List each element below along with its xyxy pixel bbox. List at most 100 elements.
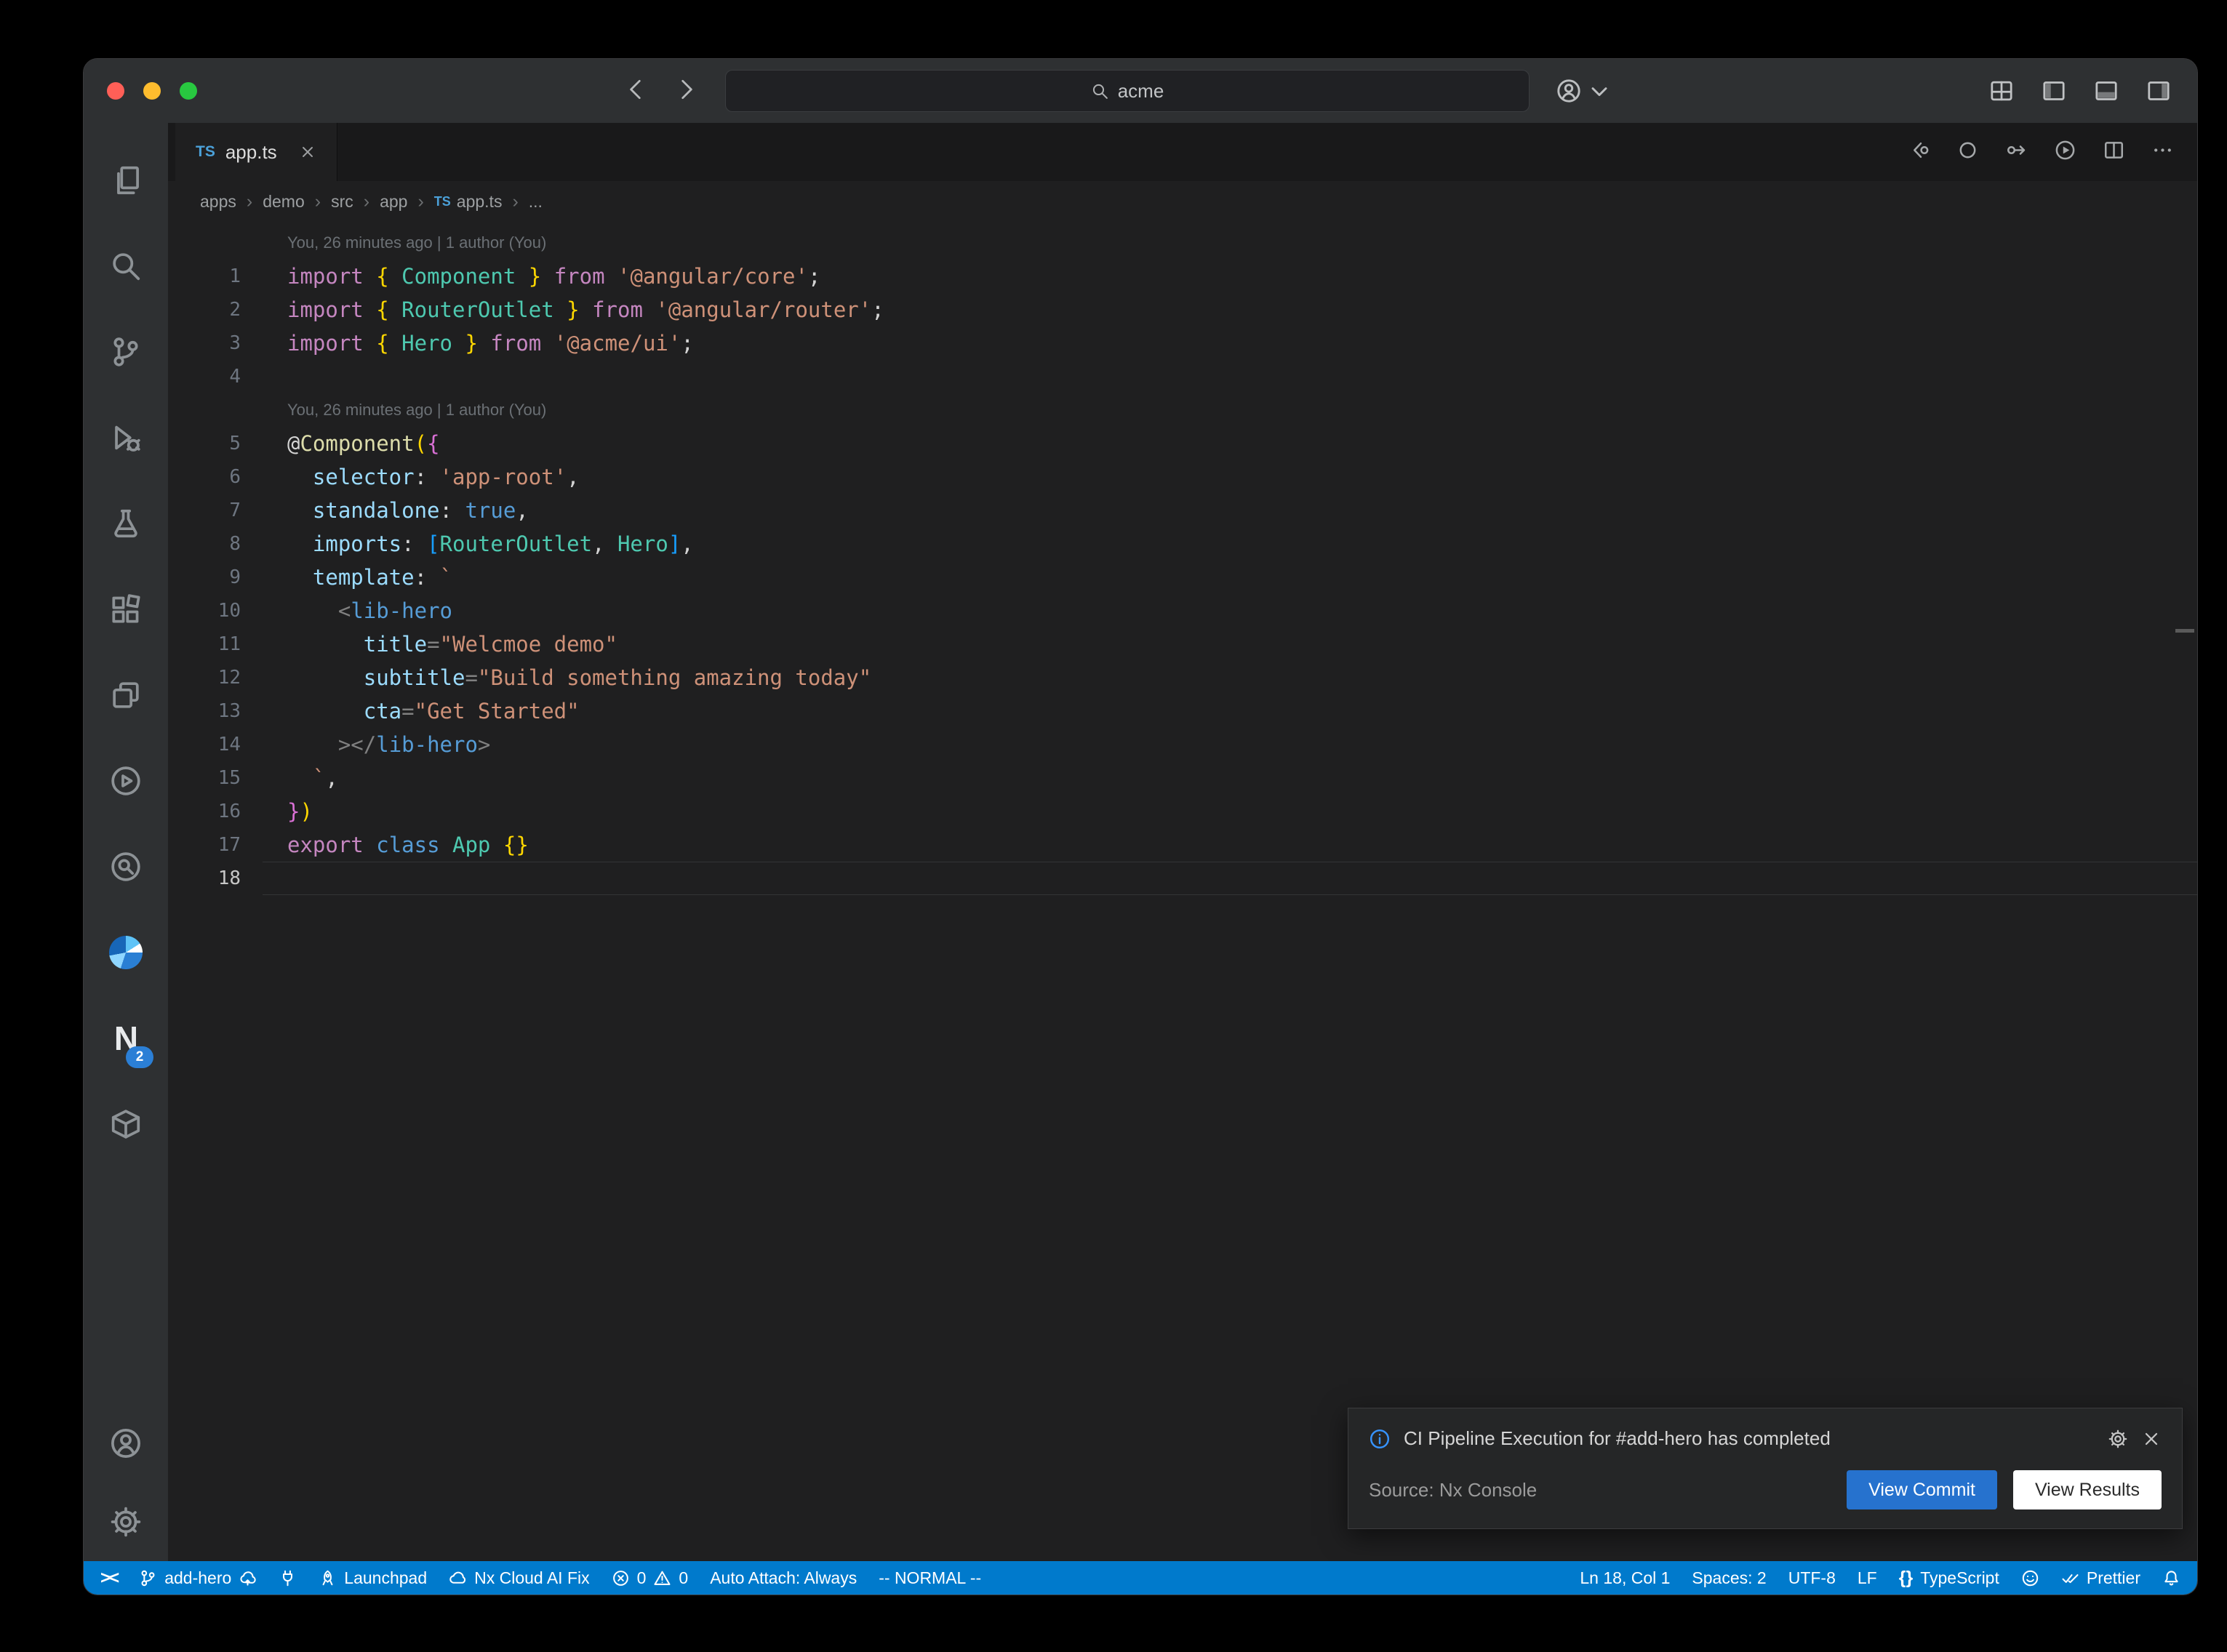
navigate-forward-button[interactable] xyxy=(674,77,699,105)
sidebar-item-explorer[interactable] xyxy=(84,137,168,223)
status-problems[interactable]: 00 xyxy=(601,1561,700,1595)
open-changes-button[interactable] xyxy=(1908,139,1930,165)
sidebar-item-source-control[interactable] xyxy=(84,309,168,395)
command-center[interactable]: acme xyxy=(725,70,1530,112)
code-line[interactable]: 8 imports: [RouterOutlet, Hero], xyxy=(168,527,2197,561)
breadcrumb-item-app[interactable]: app xyxy=(380,192,407,212)
status-encoding[interactable]: UTF-8 xyxy=(1778,1561,1847,1595)
minimize-window-button[interactable] xyxy=(143,82,161,100)
line-number[interactable]: 18 xyxy=(168,862,241,895)
more-actions-button[interactable] xyxy=(2151,139,2174,165)
line-number[interactable]: 4 xyxy=(168,360,241,393)
sidebar-item-search[interactable] xyxy=(84,223,168,309)
sidebar-item-extensions[interactable] xyxy=(84,566,168,652)
sidebar-item-nx-console[interactable]: N2 xyxy=(84,995,168,1081)
notification-header: CI Pipeline Execution for #add-hero has … xyxy=(1369,1427,2162,1450)
line-number[interactable]: 17 xyxy=(168,828,241,862)
sidebar-item-settings[interactable] xyxy=(84,1483,168,1561)
code-line[interactable]: 16}) xyxy=(168,795,2197,828)
line-number[interactable]: 5 xyxy=(168,427,241,460)
status-label: add-hero xyxy=(164,1568,231,1588)
line-number[interactable]: 14 xyxy=(168,728,241,761)
line-number[interactable]: 8 xyxy=(168,527,241,561)
status-vim-mode[interactable]: -- NORMAL -- xyxy=(868,1561,992,1595)
code-line[interactable]: 18 xyxy=(168,862,2197,895)
status-indentation[interactable]: Spaces: 2 xyxy=(1681,1561,1777,1595)
notification-settings-button gear-icon[interactable] xyxy=(2108,1429,2128,1449)
line-number[interactable]: 6 xyxy=(168,460,241,494)
panel-right-icon xyxy=(2146,79,2171,103)
code-line[interactable]: 3import { Hero } from '@acme/ui'; xyxy=(168,326,2197,360)
status-launchpad[interactable]: Launchpad xyxy=(308,1561,438,1595)
toggle-secondary-sidebar-button[interactable] xyxy=(2146,79,2171,103)
code-line[interactable]: 4 xyxy=(168,360,2197,393)
status-notifications[interactable] xyxy=(2151,1561,2191,1595)
code-line[interactable]: 5@Component({ xyxy=(168,427,2197,460)
sidebar-item-accounts[interactable] xyxy=(84,1404,168,1483)
line-number[interactable]: 3 xyxy=(168,326,241,360)
code-line[interactable]: 10 <lib-hero xyxy=(168,594,2197,627)
line-number[interactable]: 12 xyxy=(168,661,241,694)
line-number[interactable]: 11 xyxy=(168,627,241,661)
code-line[interactable]: 11 title="Welcmoe demo" xyxy=(168,627,2197,661)
code-line[interactable]: 13 cta="Get Started" xyxy=(168,694,2197,728)
customize-layout-button[interactable] xyxy=(1989,79,2014,103)
navigate-back-button[interactable] xyxy=(623,77,648,105)
code-editor[interactable]: You, 26 minutes ago | 1 author (You)1imp… xyxy=(168,222,2197,1561)
toggle-blame-button[interactable] xyxy=(1956,139,1979,165)
status-remote-indicator[interactable]: >< xyxy=(89,1561,128,1595)
breadcrumb-item--[interactable]: ... xyxy=(529,192,543,212)
code-line[interactable]: 14 ></lib-hero> xyxy=(168,728,2197,761)
run-file-button[interactable] xyxy=(2054,139,2076,165)
code-line[interactable]: 15 `, xyxy=(168,761,2197,795)
sidebar-item-live-preview[interactable] xyxy=(84,738,168,824)
line-number[interactable]: 1 xyxy=(168,260,241,293)
code-line[interactable]: 17export class App {} xyxy=(168,828,2197,862)
line-number[interactable]: 7 xyxy=(168,494,241,527)
breadcrumb-item-apps[interactable]: apps xyxy=(200,192,236,212)
profile-button[interactable] xyxy=(1556,78,1612,104)
sidebar-item-azure[interactable] xyxy=(84,910,168,995)
breadcrumb-item-app-ts[interactable]: TSapp.ts xyxy=(434,192,503,212)
view-commit-button[interactable]: View Commit xyxy=(1847,1470,1997,1509)
line-number[interactable]: 10 xyxy=(168,594,241,627)
tab-close-button[interactable] xyxy=(299,143,316,161)
code-line[interactable]: 1import { Component } from '@angular/cor… xyxy=(168,260,2197,293)
sidebar-item-testing[interactable] xyxy=(84,481,168,566)
split-editor-button[interactable] xyxy=(2103,139,2125,165)
tab-app-ts[interactable]: TS app.ts xyxy=(175,123,337,181)
code-line[interactable]: 12 subtitle="Build something amazing tod… xyxy=(168,661,2197,694)
sidebar-item-code-search[interactable] xyxy=(84,824,168,910)
status-language-mode[interactable]: {}TypeScript xyxy=(1888,1561,2010,1595)
line-number[interactable]: 13 xyxy=(168,694,241,728)
code-line[interactable]: 7 standalone: true, xyxy=(168,494,2197,527)
status-auto-attach[interactable]: Auto Attach: Always xyxy=(699,1561,868,1595)
line-number[interactable]: 2 xyxy=(168,293,241,326)
status-debug-attach[interactable] xyxy=(268,1561,308,1595)
status-git-branch[interactable]: add-hero xyxy=(128,1561,268,1595)
code-line[interactable]: 2import { RouterOutlet } from '@angular/… xyxy=(168,293,2197,326)
sidebar-item-containers[interactable] xyxy=(84,1081,168,1167)
sidebar-item-remote-explorer[interactable] xyxy=(84,652,168,738)
status-cursor-position[interactable]: Ln 18, Col 1 xyxy=(1569,1561,1681,1595)
profile-icon xyxy=(1556,78,1582,104)
notification-close-button close-icon[interactable] xyxy=(2141,1429,2162,1449)
toggle-panel-button[interactable] xyxy=(2094,79,2119,103)
line-number[interactable]: 9 xyxy=(168,561,241,594)
status-nx-cloud-ai-fix[interactable]: Nx Cloud AI Fix xyxy=(438,1561,601,1595)
code-line[interactable]: 6 selector: 'app-root', xyxy=(168,460,2197,494)
breadcrumb-item-src[interactable]: src xyxy=(331,192,353,212)
toggle-primary-sidebar-button[interactable] xyxy=(2042,79,2066,103)
line-number[interactable]: 15 xyxy=(168,761,241,795)
line-number[interactable]: 16 xyxy=(168,795,241,828)
status-feedback[interactable] xyxy=(2010,1561,2050,1595)
breadcrumb-item-demo[interactable]: demo xyxy=(263,192,305,212)
code-line[interactable]: 9 template: ` xyxy=(168,561,2197,594)
next-change-button[interactable] xyxy=(2005,139,2028,165)
view-results-button[interactable]: View Results xyxy=(2013,1470,2162,1509)
sidebar-item-run-and-debug[interactable] xyxy=(84,395,168,481)
zoom-window-button[interactable] xyxy=(180,82,197,100)
close-window-button[interactable] xyxy=(107,82,124,100)
status-eol[interactable]: LF xyxy=(1847,1561,1888,1595)
status-formatter[interactable]: Prettier xyxy=(2050,1561,2151,1595)
